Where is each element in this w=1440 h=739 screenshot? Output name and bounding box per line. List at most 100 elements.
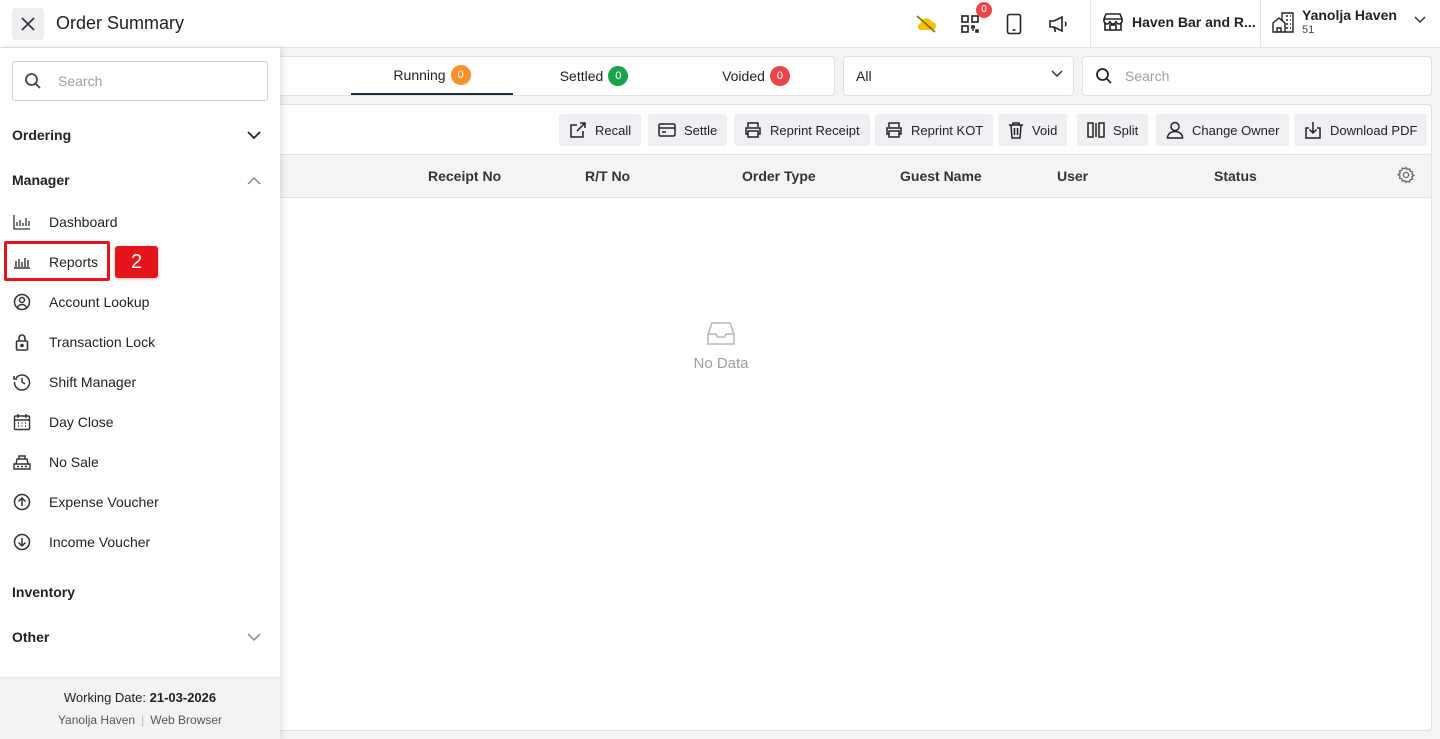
split-label: Split xyxy=(1113,122,1139,138)
recall-button[interactable]: Recall xyxy=(559,114,642,146)
footer-client: Web Browser xyxy=(150,713,223,727)
tablet-icon[interactable] xyxy=(1002,12,1026,36)
reprint-kot-label: Reprint KOT xyxy=(911,122,984,138)
tab-voided[interactable]: Voided 0 xyxy=(675,57,837,95)
order-search-input[interactable]: Search xyxy=(1082,56,1432,96)
tab-label: Running xyxy=(393,67,446,83)
dashboard-chart-icon xyxy=(12,212,32,232)
working-date-label: Working Date: xyxy=(63,690,146,705)
order-filter-select[interactable]: All xyxy=(843,56,1074,96)
search-icon xyxy=(25,73,41,89)
running-count-badge: 0 xyxy=(450,65,471,85)
download-pdf-button[interactable]: Download PDF xyxy=(1294,114,1428,146)
status-tabs: Running 0 Settled 0 Voided 0 xyxy=(270,56,835,96)
void-button[interactable]: Void xyxy=(998,114,1068,146)
change-owner-label: Change Owner xyxy=(1192,122,1280,138)
sidebar-item-label: Transaction Lock xyxy=(49,334,156,350)
card-icon xyxy=(658,123,676,137)
search-placeholder: Search xyxy=(58,73,103,89)
footer-meta: Yanolja Haven | Web Browser xyxy=(0,713,280,727)
section-ordering[interactable]: Ordering xyxy=(12,127,71,143)
working-date-value: 21-03-2026 xyxy=(149,690,217,705)
column-header[interactable]: User xyxy=(1057,168,1088,184)
sidebar-footer: Working Date: 21-03-2026 Yanolja Haven | W… xyxy=(0,677,280,739)
section-manager[interactable]: Manager xyxy=(12,172,70,188)
sidebar-item-label: Account Lookup xyxy=(49,294,150,310)
footer-separator: | xyxy=(141,713,145,727)
table-header: Receipt No R/T No Order Type Guest Name … xyxy=(271,154,1431,198)
footer-property: Yanolja Haven xyxy=(57,713,136,727)
chevron-down-icon[interactable] xyxy=(247,633,261,642)
search-icon xyxy=(1096,68,1112,84)
sidebar-item-expense-voucher[interactable]: Expense Voucher xyxy=(12,487,262,517)
arrow-down-circle-icon xyxy=(12,532,32,552)
settle-button[interactable]: Settle xyxy=(648,114,728,146)
change-owner-button[interactable]: Change Owner xyxy=(1156,114,1290,146)
step-number-badge: 2 xyxy=(115,246,158,278)
sidebar-item-no-sale[interactable]: No Sale xyxy=(12,447,262,477)
reprint-receipt-button[interactable]: Reprint Receipt xyxy=(734,114,870,146)
external-link-icon xyxy=(570,122,586,138)
search-placeholder: Search xyxy=(1125,68,1170,84)
section-inventory[interactable]: Inventory xyxy=(12,584,75,600)
tab-running[interactable]: Running 0 xyxy=(351,57,513,95)
property-selector[interactable]: Yanolja Haven 51 xyxy=(1272,7,1397,37)
sidebar-item-income-voucher[interactable]: Income Voucher xyxy=(12,527,262,557)
chevron-up-icon[interactable] xyxy=(247,176,261,185)
chevron-down-icon[interactable] xyxy=(247,131,261,140)
close-button[interactable] xyxy=(12,8,44,40)
download-icon xyxy=(1305,122,1321,139)
printer-icon xyxy=(886,122,902,138)
building-icon xyxy=(1272,12,1294,33)
clock-icon xyxy=(12,372,32,392)
trash-icon xyxy=(1009,122,1023,139)
inbox-icon xyxy=(707,322,735,345)
empty-text: No Data xyxy=(693,355,749,372)
cloud-offline-icon[interactable] xyxy=(914,12,938,36)
outlet-name: Haven Bar and R... xyxy=(1132,14,1256,30)
sidebar-item-label: No Sale xyxy=(49,454,99,470)
property-id: 51 xyxy=(1302,24,1315,36)
user-icon xyxy=(1166,121,1184,139)
chevron-down-icon xyxy=(1051,70,1063,78)
split-button[interactable]: Split xyxy=(1077,114,1149,146)
chevron-down-icon[interactable] xyxy=(1414,16,1426,24)
voided-count-badge: 0 xyxy=(769,66,790,86)
step-highlight-box xyxy=(4,241,110,281)
column-header[interactable]: Status xyxy=(1214,168,1257,184)
user-circle-icon xyxy=(12,292,32,312)
tab-label: Voided xyxy=(722,68,765,84)
reprint-receipt-label: Reprint Receipt xyxy=(770,122,860,138)
column-header[interactable]: Receipt No xyxy=(428,168,501,184)
menu-search-input[interactable]: Search xyxy=(12,61,268,101)
column-header[interactable]: R/T No xyxy=(585,168,630,184)
store-icon xyxy=(1103,13,1123,31)
settle-label: Settle xyxy=(684,122,718,138)
close-icon xyxy=(21,17,35,31)
reprint-kot-button[interactable]: Reprint KOT xyxy=(875,114,994,146)
page-title: Order Summary xyxy=(56,13,185,33)
sidebar-item-account-lookup[interactable]: Account Lookup xyxy=(12,287,262,317)
sidebar-item-label: Dashboard xyxy=(49,214,118,230)
sidebar-item-day-close[interactable]: Day Close xyxy=(12,407,262,437)
section-other[interactable]: Other xyxy=(12,629,49,645)
tab-settled[interactable]: Settled 0 xyxy=(513,57,675,95)
megaphone-icon[interactable] xyxy=(1046,12,1070,36)
sidebar-item-transaction-lock[interactable]: Transaction Lock xyxy=(12,327,262,357)
column-header[interactable]: Order Type xyxy=(742,168,816,184)
sidebar-item-label: Income Voucher xyxy=(49,534,151,550)
column-header[interactable]: Guest Name xyxy=(900,168,982,184)
split-columns-icon xyxy=(1087,122,1105,138)
empty-state: No Data xyxy=(671,321,771,372)
printer-icon xyxy=(745,122,761,138)
property-name: Yanolja Haven xyxy=(1302,7,1397,23)
recall-label: Recall xyxy=(595,122,632,138)
lock-icon xyxy=(12,332,32,352)
outlet-selector[interactable]: Haven Bar and R... xyxy=(1102,12,1256,32)
gear-icon[interactable] xyxy=(1397,166,1415,184)
sidebar-item-shift-manager[interactable]: Shift Manager xyxy=(12,367,262,397)
sidebar-menu: Search Ordering Manager Dashboard Report… xyxy=(0,48,280,739)
arrow-up-circle-icon xyxy=(12,492,32,512)
sidebar-item-dashboard[interactable]: Dashboard xyxy=(12,207,262,237)
sidebar-item-label: Day Close xyxy=(49,414,114,430)
